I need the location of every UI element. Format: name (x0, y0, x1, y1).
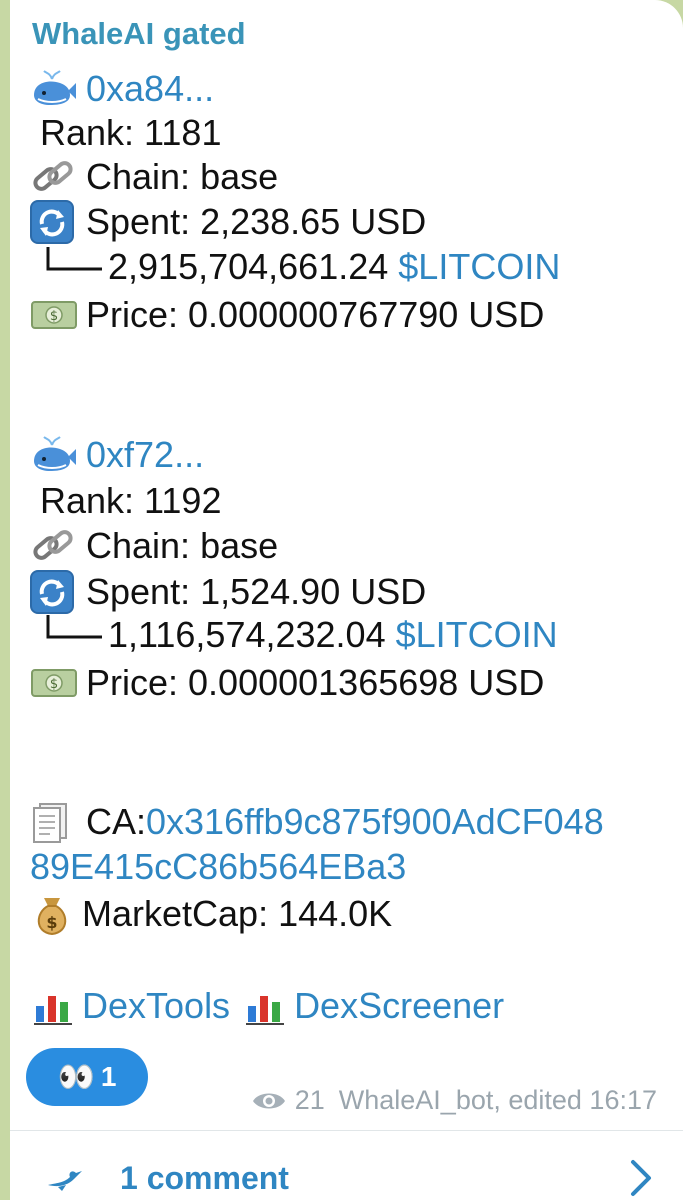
tree-branch-icon (46, 247, 102, 271)
bar-chart-icon (32, 990, 72, 1025)
svg-text:$: $ (46, 913, 57, 932)
links-line: DexTools DexScreener (30, 984, 504, 1028)
ca-label: CA: (86, 801, 147, 842)
whale-icon (34, 70, 76, 105)
whale-1-price: Price: 0.000000767790 USD (86, 294, 545, 335)
chevron-right-icon[interactable] (629, 1158, 653, 1198)
ca-address-link-2[interactable]: 89E415cC86b564EBa3 (30, 846, 406, 888)
whale-2-spent: Spent: 1,524.90 USD (86, 571, 427, 612)
whale-1-rank: Rank: 1181 (40, 112, 222, 153)
ca-line: CA: 0x316ffb9c875f900AdCF048 (30, 800, 604, 844)
dextools-link[interactable]: DexTools (82, 985, 230, 1027)
tree-branch-icon (46, 615, 102, 639)
money-icon: $ (31, 669, 77, 697)
reaction-eyes[interactable]: 👀 1 (26, 1048, 148, 1106)
message-bubble: WhaleAI gated 0xa84... Rank: 1181 Chain:… (10, 0, 683, 1200)
whale-icon (34, 436, 76, 471)
whale-2-chain-line: Chain: base (30, 525, 278, 567)
ca-address-link-1[interactable]: 0x316ffb9c875f900AdCF048 (146, 801, 604, 843)
whale-2-spent-line: Spent: 1,524.90 USD (30, 570, 426, 614)
refresh-icon (30, 200, 74, 244)
link-icon (33, 530, 73, 560)
whale-2-address-link[interactable]: 0xf72... (86, 434, 204, 476)
dexscreener-link[interactable]: DexScreener (294, 985, 504, 1027)
svg-text:$: $ (50, 677, 58, 692)
whale-2-ticker-link[interactable]: $LITCOIN (396, 614, 558, 656)
whale-2-address-line: 0xf72... (30, 434, 204, 476)
whale-1-price-line: $ Price: 0.000000767790 USD (30, 294, 544, 336)
whale-2-amount-line: 1,116,574,232.04 $LITCOIN (30, 614, 558, 656)
money-bag-icon: $ (37, 898, 67, 936)
author-edited: WhaleAI_bot, edited 16:17 (338, 1085, 657, 1115)
whale-1-chain-line: Chain: base (30, 156, 278, 198)
whale-2-rank: Rank: 1192 (40, 480, 222, 521)
whale-1-amount: 2,915,704,661.24 (108, 246, 389, 287)
bird-icon (48, 1170, 82, 1191)
svg-text:$: $ (50, 309, 58, 324)
eye-icon (252, 1093, 285, 1108)
document-icon (33, 803, 67, 843)
divider (10, 1130, 683, 1131)
eyes-emoji: 👀 (57, 1060, 95, 1094)
marketcap: MarketCap: 144.0K (82, 893, 393, 934)
whale-1-address-link[interactable]: 0xa84... (86, 68, 214, 110)
whale-1-chain: Chain: base (86, 156, 279, 197)
whale-1-amount-line: 2,915,704,661.24 $LITCOIN (30, 246, 560, 288)
whale-2-amount: 1,116,574,232.04 (108, 614, 386, 655)
reaction-count: 1 (100, 1061, 117, 1092)
whale-2-price: Price: 0.000001365698 USD (86, 662, 545, 703)
whale-2-chain: Chain: base (86, 525, 279, 566)
refresh-icon (30, 570, 74, 614)
whale-1-ticker-link[interactable]: $LITCOIN (398, 246, 560, 288)
whale-1-address-line: 0xa84... (30, 68, 214, 110)
whale-2-price-line: $ Price: 0.000001365698 USD (30, 662, 544, 704)
comments-label: 1 comment (120, 1160, 289, 1196)
view-count: 21 (294, 1085, 325, 1115)
whale-1-spent: Spent: 2,238.65 USD (86, 201, 427, 242)
sender-name[interactable]: WhaleAI gated (32, 16, 246, 52)
ca-line-2: 89E415cC86b564EBa3 (30, 846, 406, 888)
marketcap-line: $ MarketCap: 144.0K (30, 892, 392, 936)
whale-1-spent-line: Spent: 2,238.65 USD (30, 200, 426, 244)
link-icon (33, 161, 73, 191)
comments-button[interactable]: 1 comment (46, 1160, 289, 1197)
bar-chart-icon (244, 990, 285, 1025)
money-icon: $ (31, 301, 77, 329)
message-meta: 21 WhaleAI_bot, edited 16:17 (251, 1085, 657, 1116)
